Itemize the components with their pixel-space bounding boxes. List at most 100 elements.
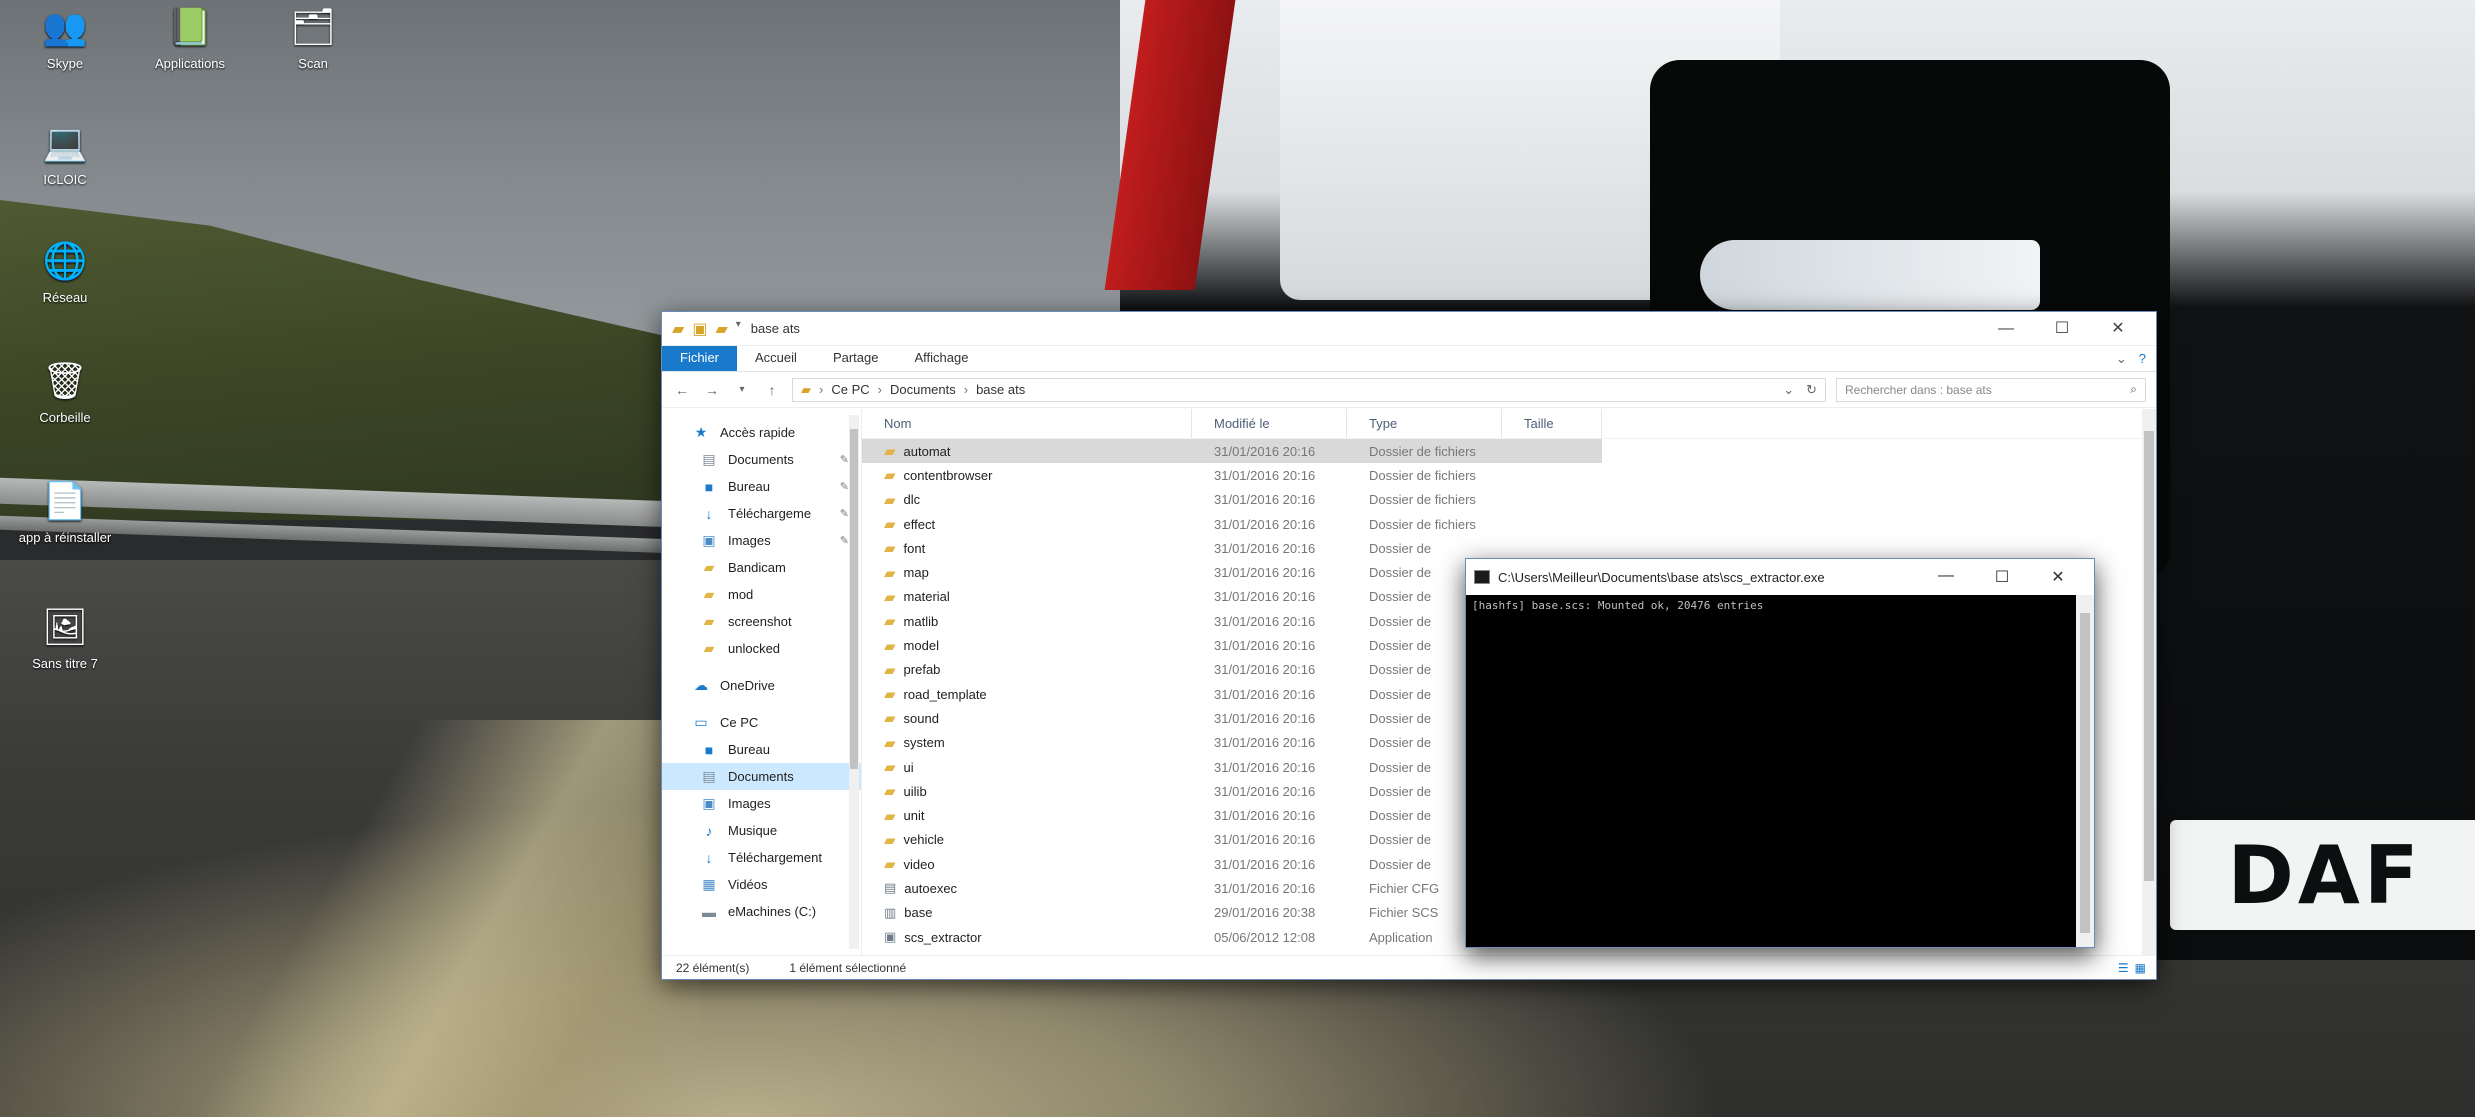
column-header-name[interactable]: Nom <box>862 409 1192 438</box>
close-button[interactable]: ✕ <box>2090 312 2146 346</box>
file-name-cell: ▰ road_template <box>862 685 1192 703</box>
breadcrumb-ce-pc[interactable]: Ce PC <box>831 382 869 397</box>
maximize-button[interactable]: ☐ <box>1974 567 2030 587</box>
minimize-button[interactable]: — <box>1918 567 1974 587</box>
folder-icon: ▰ <box>703 640 715 656</box>
column-header-type[interactable]: Type <box>1347 409 1502 438</box>
download-icon: ↓ <box>705 849 713 866</box>
nav-item-label: Bureau <box>728 479 770 494</box>
desktop-icon-recycle-bin[interactable]: 🗑 Corbeille <box>10 358 120 425</box>
help-icon[interactable]: ? <box>2139 351 2146 366</box>
file-row[interactable]: ▰ contentbrowser 31/01/2016 20:16 Dossier d… <box>862 463 2156 487</box>
file-name-cell: ▰ video <box>862 855 1192 873</box>
nav-item-mod[interactable]: ▰ mod <box>662 581 861 608</box>
console-titlebar[interactable]: C:\Users\Meilleur\Documents\base ats\scs… <box>1466 559 2094 595</box>
folder-icon: ▰ <box>884 637 896 655</box>
search-input[interactable]: Rechercher dans : base ats <box>1845 383 1992 397</box>
console-output[interactable]: [hashfs] base.scs: Mounted ok, 20476 ent… <box>1466 595 2076 947</box>
pin-icon: ✎ <box>839 508 849 520</box>
tab-affichage[interactable]: Affichage <box>896 346 986 371</box>
maximize-button[interactable]: ☐ <box>2034 312 2090 346</box>
column-header-modified[interactable]: Modifié le <box>1192 409 1347 438</box>
nav-item-unlocked[interactable]: ▰ unlocked <box>662 635 861 662</box>
properties-icon[interactable]: ▣ <box>692 319 707 339</box>
breadcrumb-base-ats[interactable]: base ats <box>976 382 1025 397</box>
folder-icon: ▰ <box>884 564 896 582</box>
nav-item-videos[interactable]: ▦ Vidéos <box>662 871 861 898</box>
desktop-icon-applications[interactable]: 📗 Applications <box>135 4 245 71</box>
item-count: 22 élément(s) <box>676 960 750 975</box>
file-name-cell: ▰ prefab <box>862 661 1192 679</box>
tab-accueil[interactable]: Accueil <box>737 346 815 371</box>
file-name-cell: ▥ base <box>862 905 1192 921</box>
nav-item-images[interactable]: ▣ Images <box>662 790 861 817</box>
wallpaper-road-marking <box>200 720 700 1117</box>
file-modified: 31/01/2016 20:16 <box>1214 540 1316 556</box>
nav-item-onedrive[interactable]: ☁ OneDrive <box>662 672 861 699</box>
recent-locations-icon[interactable]: ▾ <box>732 384 752 395</box>
up-arrow-icon[interactable]: ↑ <box>762 382 782 398</box>
scrollbar-thumb[interactable] <box>2080 613 2090 933</box>
window-title: base ats <box>750 321 800 336</box>
nav-item-ce-pc[interactable]: ▭ Ce PC <box>662 709 861 736</box>
nav-item-screenshot[interactable]: ▰ screenshot <box>662 608 861 635</box>
desktop-icon-image[interactable]: 🖼 Sans titre 7 <box>10 604 120 671</box>
file-name: video <box>903 856 935 872</box>
console-window[interactable]: C:\Users\Meilleur\Documents\base ats\scs… <box>1465 558 2095 948</box>
desktop-icon-network[interactable]: 🌐 Réseau <box>10 238 120 305</box>
file-name: uilib <box>903 783 927 799</box>
tab-fichier[interactable]: Fichier <box>662 346 738 371</box>
address-bar[interactable]: ▰ › Ce PC › Documents › base ats ⌄ ↻ <box>792 377 1826 402</box>
nav-item-documents-quick[interactable]: ▤ Documents ✎ <box>662 446 861 473</box>
tab-partage[interactable]: Partage <box>815 346 897 371</box>
nav-item-quick-access[interactable]: ★ Accès rapide <box>662 419 861 446</box>
desktop-icon-skype[interactable]: 👥 Skype <box>10 4 120 71</box>
file-row[interactable]: ▰ automat 31/01/2016 20:16 Dossier de fichi… <box>862 439 1602 464</box>
nav-pane-scrollbar[interactable] <box>849 415 859 949</box>
computer-icon: 💻 <box>42 122 88 163</box>
expand-ribbon-icon[interactable]: ⌄ <box>2116 351 2127 367</box>
explorer-titlebar[interactable]: ▰ ▣ ▰ ▾ base ats — ☐ ✕ <box>662 312 2156 346</box>
desktop-icon-scan[interactable]: 🗂 Scan <box>258 4 368 71</box>
forward-arrow-icon[interactable]: → <box>702 382 722 398</box>
details-view-icon[interactable]: ☰ <box>2118 961 2129 975</box>
nav-item-musique[interactable]: ♪ Musique <box>662 817 861 844</box>
nav-item-telechargement[interactable]: ↓ Téléchargement <box>662 844 861 871</box>
nav-item-drive-c[interactable]: ▬ eMachines (C:) <box>662 898 861 925</box>
file-list-scrollbar[interactable] <box>2142 409 2156 955</box>
folder-icon[interactable]: ▰ <box>672 319 684 339</box>
nav-item-images-quick[interactable]: ▣ Images ✎ <box>662 527 861 554</box>
back-arrow-icon[interactable]: ← <box>672 382 692 398</box>
large-icons-view-icon[interactable]: ▦ <box>2135 961 2146 975</box>
file-modified: 31/01/2016 20:16 <box>1214 589 1316 605</box>
document-icon: 📄 <box>42 480 88 521</box>
close-button[interactable]: ✕ <box>2030 567 2086 587</box>
file-modified: 31/01/2016 20:16 <box>1214 880 1316 896</box>
scrollbar-thumb[interactable] <box>850 429 858 769</box>
new-folder-icon[interactable]: ▰ <box>715 319 727 339</box>
file-row[interactable]: ▰ effect 31/01/2016 20:16 Dossier de fichie… <box>862 512 2156 536</box>
file-name: autoexec <box>904 880 958 896</box>
search-box[interactable]: Rechercher dans : base ats ⌕ <box>1836 377 2146 402</box>
console-scrollbar[interactable] <box>2076 595 2094 947</box>
application-icon: ▣ <box>884 929 897 945</box>
chevron-down-icon[interactable]: ▾ <box>736 319 741 339</box>
window-controls: — ☐ ✕ <box>1918 567 2086 587</box>
file-row[interactable]: ▰ font 31/01/2016 20:16 Dossier de <box>862 536 2156 560</box>
minimize-button[interactable]: — <box>1978 312 2034 346</box>
nav-item-bureau-quick[interactable]: ■ Bureau ✎ <box>662 473 861 500</box>
scrollbar-thumb[interactable] <box>2144 431 2154 881</box>
file-name: prefab <box>903 662 941 678</box>
desktop-icon-document[interactable]: 📄 app à réinstaller <box>10 478 120 545</box>
column-header-size[interactable]: Taille <box>1502 409 1602 438</box>
chevron-down-icon[interactable]: ⌄ <box>1783 382 1794 398</box>
desktop-icon-computer[interactable]: 💻 ICLOIC <box>10 120 120 187</box>
nav-item-documents[interactable]: ▤ Documents <box>662 763 861 790</box>
nav-item-bandicam[interactable]: ▰ Bandicam <box>662 554 861 581</box>
breadcrumb-documents[interactable]: Documents <box>890 382 956 397</box>
file-row[interactable]: ▰ dlc 31/01/2016 20:16 Dossier de fichiers <box>862 488 2156 512</box>
nav-item-downloads-quick[interactable]: ↓ Téléchargeme ✎ <box>662 500 861 527</box>
file-modified: 31/01/2016 20:16 <box>1214 759 1316 775</box>
nav-item-bureau[interactable]: ■ Bureau <box>662 736 861 763</box>
refresh-icon[interactable]: ↻ <box>1806 382 1817 398</box>
